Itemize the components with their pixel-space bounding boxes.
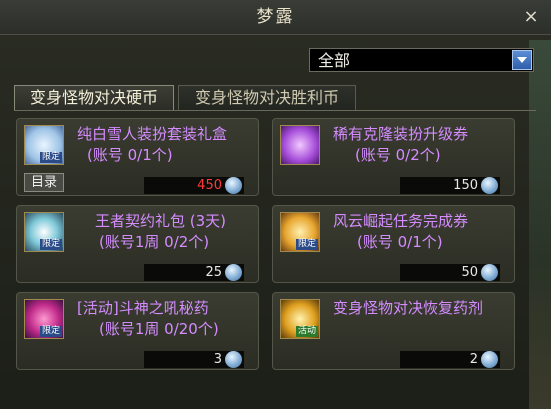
clone-upgrade-ticket-icon <box>280 125 320 165</box>
shop-item[interactable]: 活动 变身怪物对决恢复药剂 2 <box>272 292 515 370</box>
dropdown-selected: 全部 <box>318 51 351 70</box>
item-price: 3 <box>213 352 222 367</box>
coin-icon <box>481 351 498 368</box>
coin-icon <box>481 177 498 194</box>
price-bar: 2 <box>400 351 500 368</box>
price-bar: 50 <box>400 264 500 281</box>
item-name: 纯白雪人装扮套装礼盒 (账号 0/1个) <box>77 125 228 164</box>
coin-icon <box>481 264 498 281</box>
close-icon[interactable]: × <box>521 7 541 27</box>
shop-item[interactable]: 稀有克隆装扮升级券 (账号 0/2个) 150 <box>272 118 515 196</box>
shop-item[interactable]: 限定 [活动]斗神之吼秘药 (账号1周 0/20个) 3 <box>16 292 259 370</box>
coin-icon <box>225 177 242 194</box>
item-price: 25 <box>205 265 222 280</box>
chevron-down-icon[interactable] <box>512 50 532 70</box>
item-price: 50 <box>461 265 478 280</box>
price-bar: 450 <box>144 177 244 194</box>
item-price: 450 <box>197 178 222 193</box>
shop-item[interactable]: 限定 纯白雪人装扮套装礼盒 (账号 0/1个) 目录 450 <box>16 118 259 196</box>
item-price: 2 <box>469 352 478 367</box>
game-background <box>529 40 551 409</box>
item-name: [活动]斗神之吼秘药 (账号1周 0/20个) <box>77 299 219 338</box>
tab-victory-coin[interactable]: 变身怪物对决胜利币 <box>178 85 356 111</box>
item-name: 变身怪物对决恢复药剂 <box>333 299 484 317</box>
recovery-potion-icon: 活动 <box>280 299 320 339</box>
tab-divider <box>14 110 536 111</box>
coin-icon <box>225 264 242 281</box>
quest-ticket-icon: 限定 <box>280 212 320 252</box>
price-bar: 3 <box>144 351 244 368</box>
window-title: 梦露 <box>256 7 295 27</box>
shop-window: 梦露 × 全部 变身怪物对决硬币 变身怪物对决胜利币 限定 纯白雪人装扮套装礼盒… <box>0 0 551 409</box>
catalog-button[interactable]: 目录 <box>24 173 64 192</box>
title-bar: 梦露 × <box>0 0 551 35</box>
king-contract-icon: 限定 <box>24 212 64 252</box>
coin-icon <box>225 351 242 368</box>
limited-badge: 限定 <box>295 239 318 250</box>
limited-badge: 限定 <box>39 152 62 163</box>
shop-item[interactable]: 限定 王者契约礼包 (3天) (账号1周 0/2个) 25 <box>16 205 259 283</box>
price-bar: 25 <box>144 264 244 281</box>
potion-icon: 限定 <box>24 299 64 339</box>
shop-item[interactable]: 限定 风云崛起任务完成券 (账号 0/1个) 50 <box>272 205 515 283</box>
item-name: 稀有克隆装扮升级券 (账号 0/2个) <box>333 125 469 164</box>
event-badge: 活动 <box>295 326 318 337</box>
category-dropdown[interactable]: 全部 <box>309 48 534 72</box>
snowman-costume-icon: 限定 <box>24 125 64 165</box>
tab-monster-coin[interactable]: 变身怪物对决硬币 <box>14 85 174 111</box>
item-price: 150 <box>453 178 478 193</box>
limited-badge: 限定 <box>39 239 62 250</box>
item-name: 王者契约礼包 (3天) (账号1周 0/2个) <box>95 212 227 251</box>
limited-badge: 限定 <box>39 326 62 337</box>
item-name: 风云崛起任务完成券 (账号 0/1个) <box>333 212 469 251</box>
price-bar: 150 <box>400 177 500 194</box>
